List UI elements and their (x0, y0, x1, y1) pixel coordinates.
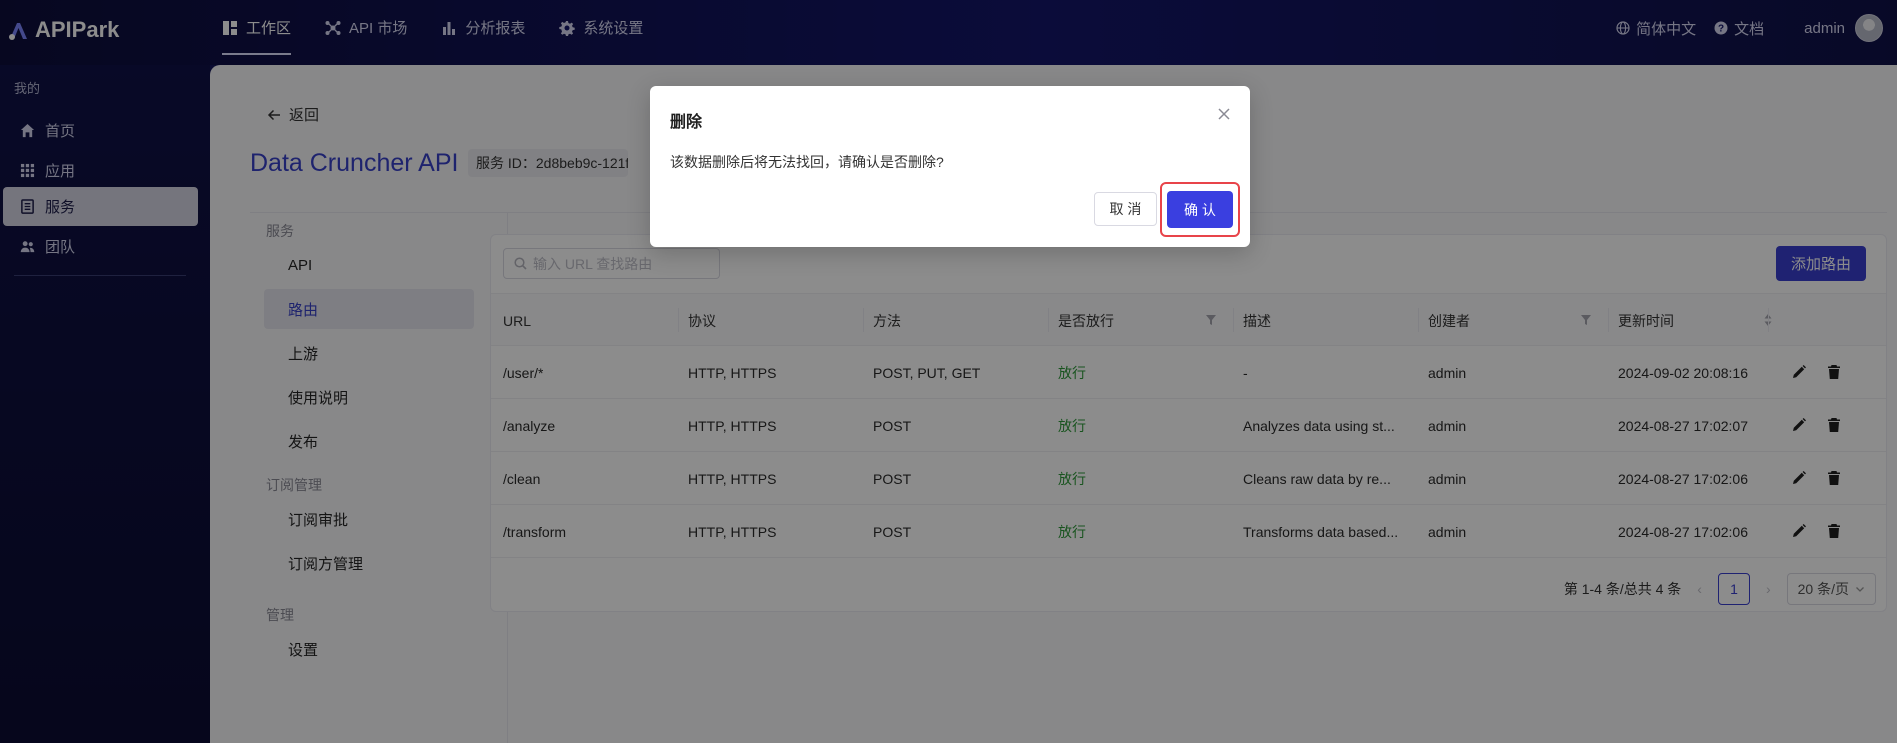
cancel-button[interactable]: 取 消 (1094, 192, 1157, 226)
dialog-title: 删除 (670, 114, 703, 131)
confirm-button[interactable]: 确 认 (1167, 191, 1233, 228)
delete-confirm-dialog: 删除 该数据删除后将无法找回，请确认是否删除? 取 消 确 认 (650, 86, 1250, 247)
confirm-highlight: 确 认 (1160, 182, 1240, 237)
close-icon[interactable] (1216, 106, 1232, 122)
dialog-message: 该数据删除后将无法找回，请确认是否删除? (670, 154, 944, 170)
